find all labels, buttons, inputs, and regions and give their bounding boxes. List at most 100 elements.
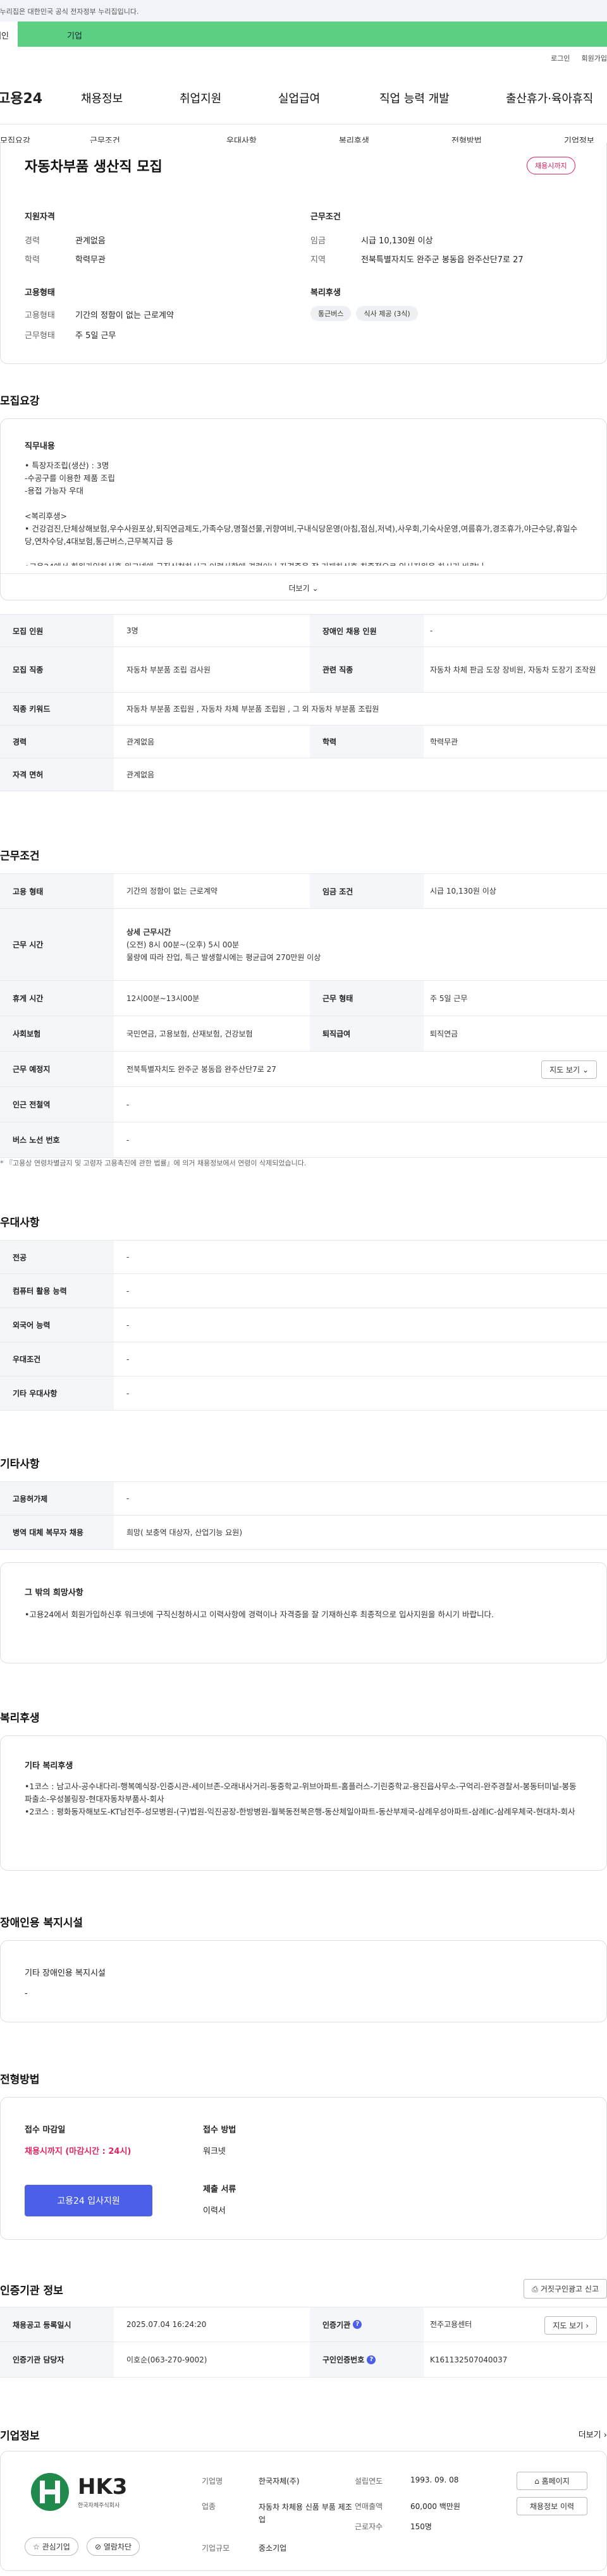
gnb-item-employment-support[interactable]: 취업지원 — [180, 90, 221, 106]
row-label: 경력 — [0, 726, 114, 758]
table-row: 사회보험 국민연금, 고용보험, 산재보험, 건강보험 퇴직급여 퇴직연금 — [0, 1016, 607, 1052]
chevron-down-icon: ⌄ — [312, 584, 319, 593]
welfare-chip: 식사 제공 (3식) — [356, 306, 418, 321]
row-label: 관련 직종 — [310, 647, 424, 692]
job-summary-card: 자동차부품 생산직 모집 채용시까지 지원자격 경력 관계없음 학력 학력무관 … — [0, 143, 607, 364]
row-value: 관계없음 — [126, 737, 155, 746]
table-row: 근무 예정지 전북특별자치도 완주군 봉동읍 완주산단7로 27 지도 보기 ⌄ — [0, 1052, 607, 1087]
company-sales-value: 60,000 백만원 — [410, 2502, 460, 2511]
selection-section-title: 전형방법 — [0, 2074, 40, 2086]
company-logo-sub: 한국자체주식회사 — [78, 2503, 120, 2509]
company-more-link[interactable]: 더보기 › — [579, 2428, 607, 2440]
tab-individual[interactable]: 개인 — [0, 21, 18, 47]
company-size-label: 기업규모 — [202, 2544, 230, 2553]
table-row: 모집 직종 자동차 부분품 조립 검사원 관련 직종 자동차 차체 판금 도장 … — [0, 647, 607, 693]
company-industry-label: 업종 — [202, 2502, 216, 2511]
gnb-item-unemployment[interactable]: 실업급여 — [278, 90, 320, 106]
table-row: 인증기관 담당자 이호순(063-270-9002) 구인인증번호 ? K161… — [0, 2342, 607, 2378]
gnb-item-leave[interactable]: 출산휴가·육아휴직 — [506, 90, 593, 106]
deadline-value: 채용시까지 (마감시간 : 24시) — [25, 2147, 132, 2156]
job-history-button[interactable]: 채용정보 이력 — [517, 2497, 587, 2515]
company-section-title: 기업정보 — [0, 2430, 40, 2443]
row-value: 학력무관 — [430, 737, 458, 746]
cond-title: 근무조건 — [310, 212, 341, 222]
edu-value: 학력무관 — [75, 255, 106, 265]
work-form-value: 주 5일 근무 — [75, 331, 116, 341]
cert-section-title: 인증기관 정보 — [0, 2285, 63, 2297]
site-logo[interactable]: 고용24 — [0, 87, 42, 107]
gov-banner: 이 누리집은 대한민국 공식 전자정부 누리집입니다. — [0, 0, 607, 21]
company-sales-label: 연매출액 — [355, 2502, 383, 2511]
emp-type-value: 기간의 정함이 없는 근로계약 — [75, 311, 174, 320]
region-label: 지역 — [310, 255, 326, 265]
login-link[interactable]: 로그인 — [551, 54, 570, 63]
table-row: 전공 - — [0, 1240, 607, 1274]
welfare-card: 기타 복리후생 •1코스 : 남고사-공수내다리-행복예식장-인증시관-세이브존… — [0, 1735, 607, 1871]
welfare-chips: 통근버스 식사 제공 (3식) — [310, 306, 423, 321]
block-icon: ⊘ — [95, 2543, 102, 2551]
edu-label: 학력 — [25, 255, 40, 265]
hours-note: 물량에 따라 잔업, 특근 발생할시에는 평균급여 270만원 이상 — [126, 952, 321, 962]
etc-section-title: 기타사항 — [0, 1458, 40, 1471]
table-row: 모집 인원 3명 장애인 채용 인원 - — [0, 614, 607, 647]
method-label: 접수 방법 — [203, 2125, 236, 2135]
duty-card: 직무내용 • 특장자조립(생산) : 3명 -수공구를 이용한 제품 조립 -용… — [0, 418, 607, 600]
etc-hope-text: •고용24에서 회원가입하신후 워크넷에 구직신청하시고 이력사항에 경력이나 … — [25, 1610, 494, 1619]
table-row: 채용공고 등록일시 2025.07.04 16:24:20 인증기관 ? 전주고… — [0, 2307, 607, 2342]
info-icon[interactable]: ? — [353, 2320, 362, 2329]
disabled-section-title: 장애인용 복지시설 — [0, 1917, 83, 1929]
gnb-item-jobs[interactable]: 채용정보 — [81, 90, 123, 106]
gov-banner-text: 이 누리집은 대한민국 공식 전자정부 누리집입니다. — [0, 8, 139, 16]
star-icon: ☆ — [33, 2543, 40, 2551]
chevron-down-icon: ⌄ — [582, 1066, 589, 1074]
career-label: 경력 — [25, 236, 40, 246]
audience-tabs: 개인 기업 — [0, 21, 607, 47]
map-button[interactable]: 지도 보기 ⌄ — [541, 1060, 597, 1079]
cert-map-button[interactable]: 지도 보기 › — [544, 2316, 597, 2335]
table-row: 직종 키워드 자동차 부분품 조립원 , 자동차 차체 부분품 조립원 , 그 … — [0, 693, 607, 726]
company-year-value: 1993. 09. 08 — [410, 2476, 459, 2484]
report-fake-ad-button[interactable]: ⎙ 거짓구인광고 신고 — [524, 2279, 607, 2299]
row-label: 자격 면허 — [0, 758, 114, 791]
company-employees-value: 150명 — [410, 2522, 432, 2531]
favorite-company-button[interactable]: ☆ 관심기업 — [25, 2537, 78, 2556]
row-label: 모집 직종 — [0, 647, 114, 692]
job-title: 자동차부품 생산직 모집 — [25, 159, 162, 175]
row-value: - — [430, 626, 433, 635]
home-icon: ⌂ — [534, 2477, 539, 2486]
table-row: 경력 관계없음 학력 학력무관 — [0, 726, 607, 758]
hours-value: (오전) 8시 00분~(오후) 5시 00분 — [126, 940, 240, 949]
gnb-item-training[interactable]: 직업 능력 개발 — [379, 90, 450, 106]
apply-button[interactable]: 고용24 입사지원 — [25, 2185, 152, 2216]
company-year-label: 설립연도 — [355, 2477, 383, 2486]
chevron-right-icon: › — [603, 2431, 607, 2440]
row-label: 모집 인원 — [0, 615, 114, 647]
table-row: 근무 시간 상세 근무시간 (오전) 8시 00분~(오후) 5시 00분 물량… — [0, 909, 607, 981]
company-name-value: 한국자체(주) — [259, 2477, 300, 2486]
company-employees-label: 근로자수 — [355, 2522, 383, 2531]
homepage-button[interactable]: ⌂ 홈페이지 — [517, 2472, 587, 2490]
status-badge: 채용시까지 — [527, 157, 575, 174]
selection-card: 접수 마감일 채용시까지 (마감시간 : 24시) 고용24 입사지원 접수 방… — [0, 2097, 607, 2240]
more-button[interactable]: 더보기 ⌄ — [1, 573, 606, 593]
info-icon[interactable]: ? — [367, 2355, 376, 2364]
age-footnote: * 『고용상 연령차별금지 및 고령자 고용촉진에 관한 법률』에 의거 채용정… — [0, 1159, 307, 1167]
signup-link[interactable]: 회원가입 — [582, 54, 607, 63]
report-icon: ⎙ — [532, 2285, 539, 2293]
table-row: 고용허가제 - — [0, 1481, 607, 1516]
row-label: 장애인 채용 인원 — [310, 615, 424, 647]
table-row: 고용 형태 기간의 정함이 없는 근로계약 임금 조건 시급 10,130원 이… — [0, 873, 607, 909]
tab-business[interactable]: 기업 — [18, 21, 607, 47]
welfare-box-text: •1코스 : 남고사-공수내다리-행복예식장-인증시관-세이브존-오래내사거리-… — [25, 1782, 577, 1816]
block-view-button[interactable]: ⊘ 열람차단 — [87, 2537, 140, 2556]
row-value: 3명 — [126, 626, 138, 635]
company-name-label: 기업명 — [202, 2477, 223, 2486]
disabled-box-value: - — [25, 1989, 28, 1998]
row-value: 자동차 부분품 조립원 , 자동차 차체 부분품 조립원 , 그 외 자동차 부… — [126, 704, 379, 714]
welfare-box-title: 기타 복리후생 — [25, 1761, 73, 1771]
method-value: 워크넷 — [203, 2147, 226, 2156]
conditions-section-title: 근무조건 — [0, 850, 40, 863]
table-row: 기타 우대사항 - — [0, 1376, 607, 1411]
prefer-section-title: 우대사항 — [0, 1217, 40, 1229]
row-value: 자동차 부분품 조립 검사원 — [126, 665, 211, 674]
